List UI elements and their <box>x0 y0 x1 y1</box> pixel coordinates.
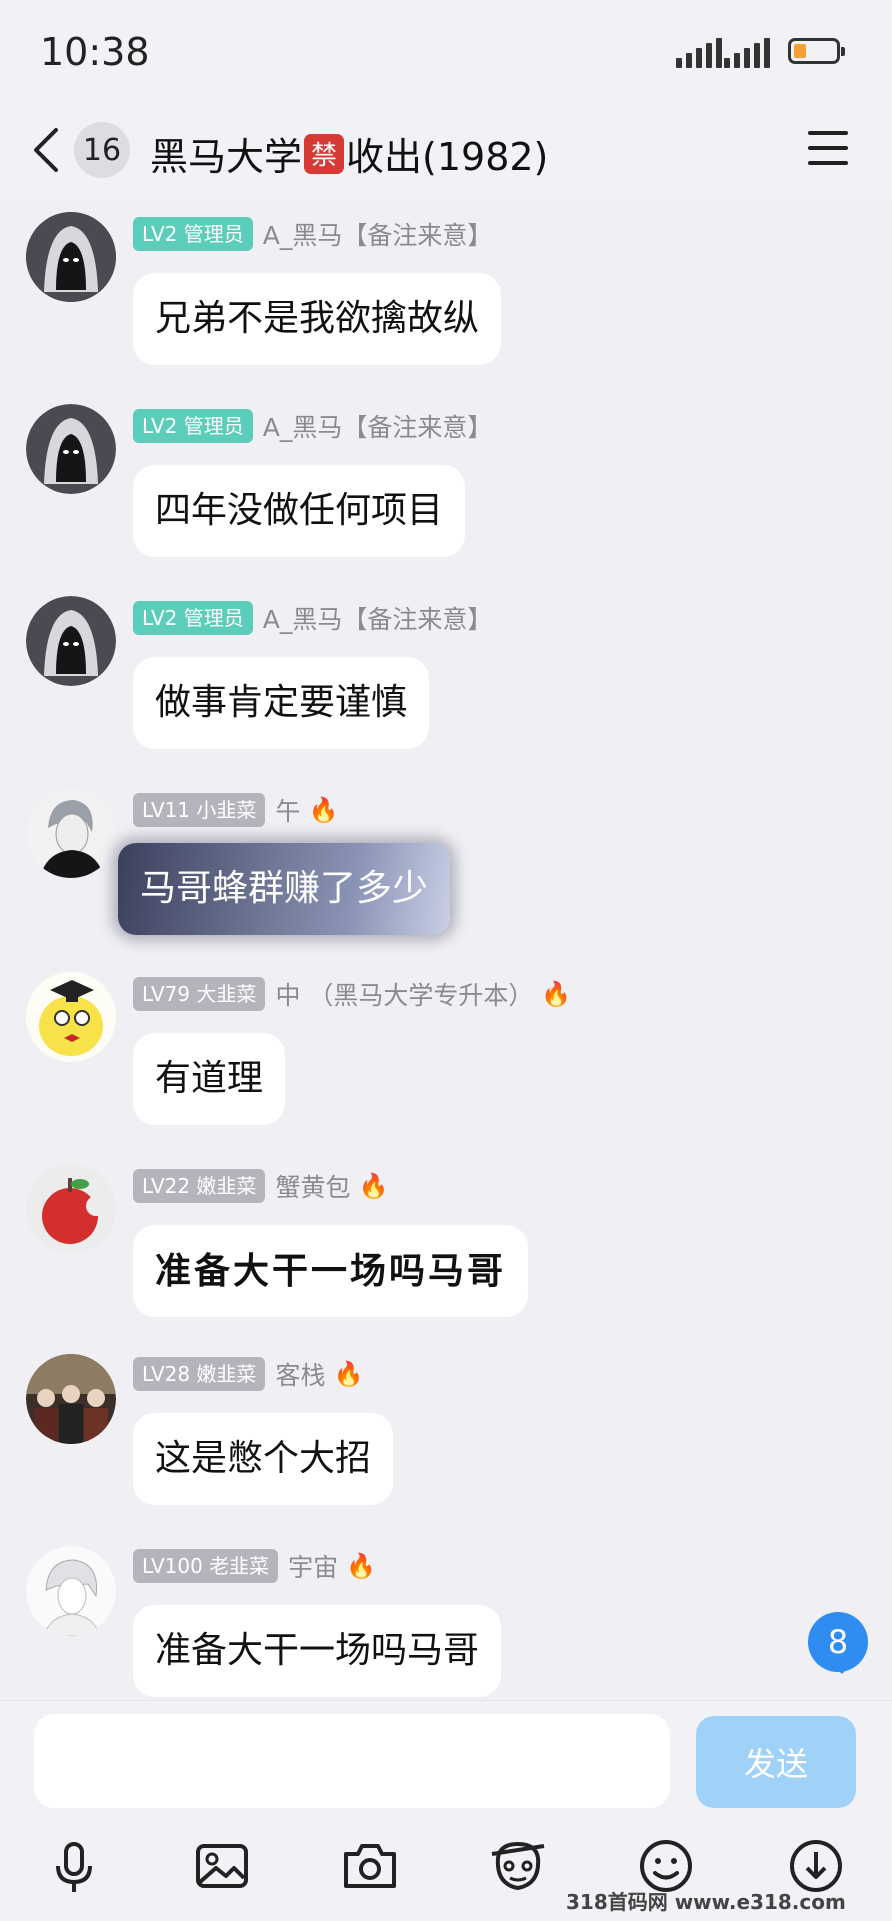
level-badge: LV100 老韭菜 <box>133 1549 279 1583</box>
ban-badge: 禁 <box>304 133 345 174</box>
message-bubble[interactable]: 马哥蜂群赚了多少 <box>118 843 451 935</box>
message-bubble[interactable]: 四年没做任何项目 <box>133 465 466 557</box>
fire-icon: 🔥 <box>358 1172 389 1200</box>
message-meta: LV28 嫩韭菜 客栈 🔥 <box>133 1356 363 1392</box>
nickname[interactable]: A_黑马【备注来意】 <box>263 408 493 444</box>
level-badge: LV2 管理员 <box>133 601 253 635</box>
nickname[interactable]: A_黑马【备注来意】 <box>263 600 493 636</box>
level-badge: LV2 管理员 <box>133 409 253 443</box>
level-badge: LV22 嫩韭菜 <box>133 1169 266 1203</box>
message-bubble[interactable]: 准备大干一场吗马哥 <box>133 1605 502 1697</box>
group-title-prefix: 黑马大学 <box>150 135 303 179</box>
message-bubble[interactable]: 准备大干一场吗马哥 <box>133 1225 529 1317</box>
nickname[interactable]: 宇宙 <box>288 1548 338 1584</box>
status-time: 10:38 <box>40 30 150 74</box>
back-arrow-icon[interactable] <box>28 126 68 174</box>
fire-icon: 🔥 <box>541 980 572 1008</box>
menu-icon[interactable] <box>808 131 848 165</box>
level-badge: LV79 大韭菜 <box>133 977 266 1011</box>
image-icon[interactable] <box>192 1836 252 1896</box>
message-meta: LV2 管理员 A_黑马【备注来意】 <box>133 408 492 444</box>
group-title[interactable]: 黑马大学 禁 收出(1982) <box>150 126 548 181</box>
message-meta: LV2 管理员 A_黑马【备注来意】 <box>133 600 492 636</box>
message-meta: LV79 大韭菜 中 （黑马大学专升本） 🔥 <box>133 976 571 1012</box>
level-badge: LV28 嫩韭菜 <box>133 1357 266 1391</box>
message-bubble[interactable]: 有道理 <box>133 1033 286 1125</box>
message-meta: LV100 老韭菜 宇宙 🔥 <box>133 1548 376 1584</box>
signal-icon-secondary <box>724 36 770 68</box>
avatar[interactable] <box>26 1164 116 1254</box>
fire-icon: 🔥 <box>346 1552 377 1580</box>
message-meta: LV2 管理员 A_黑马【备注来意】 <box>133 216 492 252</box>
unread-count-badge[interactable]: 16 <box>74 122 130 178</box>
new-message-count-button[interactable]: 8 <box>808 1612 868 1674</box>
avatar[interactable] <box>26 212 116 302</box>
nickname[interactable]: 蟹黄包 <box>275 1168 350 1204</box>
send-button[interactable]: 发送 <box>696 1716 856 1808</box>
avatar[interactable] <box>26 1546 116 1636</box>
nickname[interactable]: A_黑马【备注来意】 <box>263 216 493 252</box>
watermark: 318首码网 www.e318.com <box>566 1890 846 1914</box>
nickname[interactable]: 午 <box>275 792 300 828</box>
group-title-suffix: 收出(1982) <box>346 135 549 179</box>
level-badge: LV2 管理员 <box>133 217 253 251</box>
fire-icon: 🔥 <box>308 796 339 824</box>
avatar[interactable] <box>26 972 116 1062</box>
avatar[interactable] <box>26 404 116 494</box>
avatar[interactable] <box>26 1354 116 1444</box>
fire-icon: 🔥 <box>333 1360 364 1388</box>
emoji-face-icon[interactable] <box>488 1836 548 1896</box>
status-bar: 10:38 <box>0 0 892 100</box>
avatar[interactable] <box>26 596 116 686</box>
signal-icon <box>676 36 722 68</box>
message-bubble[interactable]: 这是憋个大招 <box>133 1413 394 1505</box>
nickname[interactable]: 客栈 <box>275 1356 325 1392</box>
nickname[interactable]: 中 （黑马大学专升本） <box>275 976 533 1012</box>
message-bubble[interactable]: 做事肯定要谨慎 <box>133 657 430 749</box>
avatar[interactable] <box>26 788 116 878</box>
message-meta: LV11 小韭菜 午 🔥 <box>133 792 338 828</box>
battery-level <box>794 44 806 58</box>
message-meta: LV22 嫩韭菜 蟹黄包 🔥 <box>133 1168 388 1204</box>
battery-icon <box>788 38 845 64</box>
message-input[interactable] <box>34 1714 670 1808</box>
message-bubble[interactable]: 兄弟不是我欲擒故纵 <box>133 273 502 365</box>
mic-icon[interactable] <box>44 1836 104 1896</box>
level-badge: LV11 小韭菜 <box>133 793 266 827</box>
camera-icon[interactable] <box>340 1836 400 1896</box>
